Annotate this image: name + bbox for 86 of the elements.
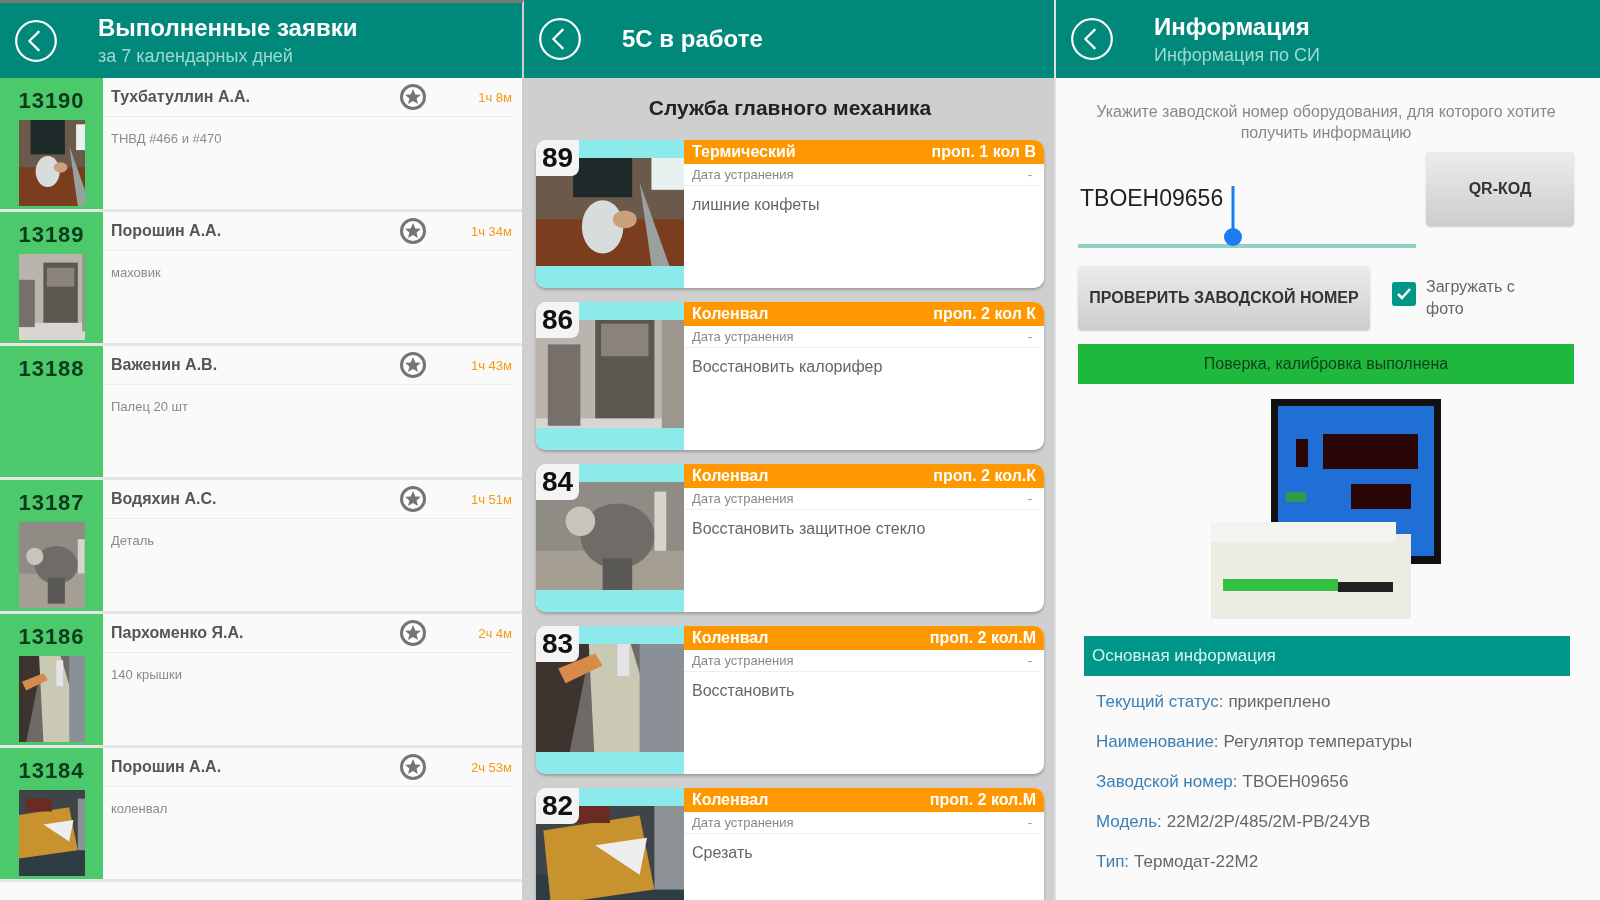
assignee-name: Пархоменко Я.А. (111, 624, 245, 642)
issue-description: Восстановить калорифер (691, 357, 884, 377)
date-label: Дата устранения (692, 653, 794, 668)
assignee-name: Порошин А.А. (111, 758, 223, 776)
field-label: Тип: (1096, 851, 1130, 871)
request-number: 13184 (18, 758, 85, 784)
elapsed-time: 1ч 34м (470, 223, 512, 239)
field-value: TBOEH09656 (1242, 771, 1349, 791)
request-description: коленвал (110, 800, 169, 818)
issue-number: 84 (536, 464, 580, 500)
request-number: 13190 (18, 88, 85, 114)
category-label: Термический (692, 143, 796, 161)
screen-title: 5С в работе (622, 25, 763, 53)
elapsed-time: 1ч 51м (470, 491, 512, 507)
status-banner: Поверка, калибровка выполнена (1078, 343, 1574, 384)
issue-card[interactable]: 83 Коленвал проп. 2 кол.М Дата устранения - Восстановить (536, 626, 1044, 774)
issue-card[interactable]: 89 Термический проп. 1 кол В Дата устранения - лишние конфеты (536, 140, 1044, 288)
issue-description: Восстановить (691, 681, 796, 701)
request-description: маховик (110, 264, 162, 282)
field-label: Заводской номер: (1096, 771, 1238, 791)
assignee-name: Тухбатуллин А.А. (111, 88, 251, 106)
issue-card[interactable]: 84 Коленвал проп. 2 кол.К Дата устранения - Восстановить защитное стекло (536, 464, 1044, 612)
request-number: 13186 (18, 624, 85, 650)
request-number: 13187 (18, 490, 85, 516)
request-number: 13188 (18, 356, 85, 382)
field-label: Модель: (1096, 811, 1162, 831)
issue-number: 82 (536, 788, 580, 824)
issue-number: 89 (536, 140, 580, 176)
assignee-name: Важенин А.В. (111, 356, 219, 374)
date-label: Дата устранения (692, 329, 794, 344)
request-description: Палец 20 шт (110, 398, 189, 416)
assignee-name: Порошин А.А. (111, 222, 223, 240)
field-value: прикреплено (1228, 691, 1331, 711)
category-label: Коленвал (692, 791, 769, 809)
checkbox-label: Загружать с фото (1426, 277, 1516, 319)
elapsed-time: 1ч 43м (470, 357, 512, 373)
date-label: Дата устранения (692, 491, 794, 506)
elapsed-time: 1ч 8м (477, 89, 512, 105)
request-description: Деталь (110, 532, 155, 550)
field-value: Регулятор температуры (1223, 731, 1413, 751)
issue-number: 83 (536, 626, 580, 662)
screen-title: Информация (1154, 12, 1311, 41)
location-code: проп. 2 кол.К (933, 467, 1036, 485)
issue-description: лишние конфеты (691, 195, 821, 215)
request-description: ТНВД #466 и #470 (110, 130, 223, 148)
issue-description: Срезать (691, 843, 754, 863)
back-icon[interactable] (14, 18, 58, 63)
instruction-text: Укажите заводской номер оборудования, для которого хотите получить информацию (1095, 102, 1557, 143)
field-label: Текущий статус: (1096, 691, 1224, 711)
location-code: проп. 1 кол В (931, 143, 1036, 161)
category-label: Коленвал (692, 629, 769, 647)
request-number: 13189 (18, 222, 85, 248)
category-label: Коленвал (692, 467, 769, 485)
date-value: - (1027, 167, 1032, 182)
issue-card[interactable]: 82 Коленвал проп. 2 кол.М Дата устранения - Срезать (536, 788, 1044, 900)
qr-code-button[interactable]: QR-КОД (1426, 151, 1574, 226)
cursor-handle[interactable] (1224, 185, 1242, 246)
request-description: 140 крышки (110, 666, 183, 684)
screen-title: Выполненные заявки (98, 14, 358, 42)
issue-description: Восстановить защитное стекло (691, 519, 927, 539)
field-label: Наименование: (1096, 731, 1219, 751)
field-value: Термодат-22M2 (1134, 851, 1259, 871)
back-icon[interactable] (538, 17, 582, 61)
elapsed-time: 2ч 53м (470, 759, 512, 775)
date-value: - (1027, 815, 1032, 830)
date-value: - (1027, 491, 1032, 506)
category-label: Коленвал (692, 305, 769, 323)
screen-subtitle: за 7 календарных дней (98, 46, 294, 67)
section-header: Основная информация (1084, 635, 1570, 676)
elapsed-time: 2ч 4м (477, 625, 512, 641)
issue-number: 86 (536, 302, 580, 338)
date-label: Дата устранения (692, 815, 794, 830)
field-value: 22M2/2P/485/2M-PB/24УВ (1166, 811, 1371, 831)
screen-subtitle: Информация по СИ (1154, 44, 1320, 66)
date-value: - (1027, 329, 1032, 344)
section-title: Служба главного механика (647, 95, 933, 121)
location-code: проп. 2 кол К (933, 305, 1036, 323)
date-label: Дата устранения (692, 167, 794, 182)
assignee-name: Водяхин А.С. (111, 490, 218, 508)
location-code: проп. 2 кол.М (929, 629, 1036, 647)
back-icon[interactable] (1070, 17, 1114, 61)
check-serial-button[interactable]: ПРОВЕРИТЬ ЗАВОДСКОЙ НОМЕР (1078, 265, 1370, 330)
date-value: - (1027, 653, 1032, 668)
checkbox[interactable] (1392, 282, 1416, 306)
issue-card[interactable]: 86 Коленвал проп. 2 кол К Дата устранения - Восстановить калорифер (536, 302, 1044, 450)
location-code: проп. 2 кол.М (929, 791, 1036, 809)
